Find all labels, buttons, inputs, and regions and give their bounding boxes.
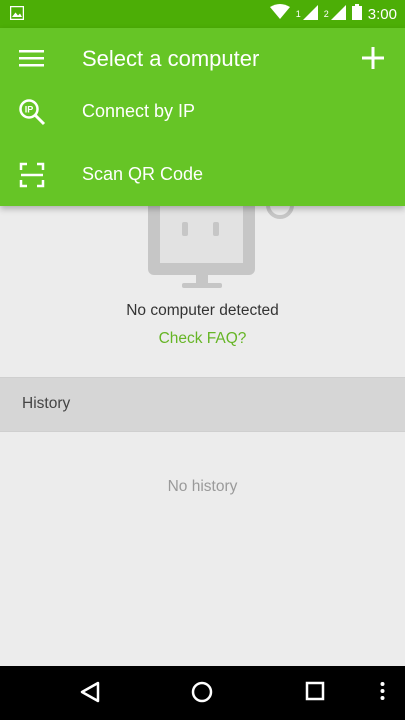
sim1-label: 1 xyxy=(295,9,301,19)
sim2-label: 2 xyxy=(323,9,329,19)
navigation-bar xyxy=(0,666,405,720)
back-icon[interactable] xyxy=(80,681,100,708)
ip-search-icon: IP xyxy=(18,98,46,131)
recents-icon[interactable] xyxy=(305,681,325,706)
history-header-label: History xyxy=(22,395,71,412)
clock: 3:00 xyxy=(367,5,397,23)
more-icon[interactable] xyxy=(380,681,385,706)
wifi-icon xyxy=(269,4,290,24)
home-icon[interactable] xyxy=(191,681,213,708)
app-bar: Select a computer IP Connect by IP Scan … xyxy=(0,28,405,206)
signal-icon xyxy=(330,4,346,24)
status-bar: 1 2 3:00 xyxy=(0,0,405,28)
connect-by-ip-label: Connect by IP xyxy=(82,101,196,121)
no-computer-text: No computer detected xyxy=(126,302,279,319)
check-faq-link[interactable]: Check FAQ? xyxy=(0,330,405,348)
svg-text:IP: IP xyxy=(25,105,34,115)
history-header: History xyxy=(0,377,405,432)
image-icon xyxy=(9,5,25,25)
battery-icon xyxy=(351,4,362,24)
hamburger-icon[interactable] xyxy=(19,48,44,73)
qr-scan-icon xyxy=(18,161,46,194)
scan-qr-code-item[interactable]: Scan QR Code xyxy=(0,147,405,203)
scan-qr-code-label: Scan QR Code xyxy=(82,164,204,184)
page-title: Select a computer xyxy=(82,46,260,71)
signal-icon xyxy=(302,4,318,24)
connect-by-ip-item[interactable]: IP Connect by IP xyxy=(0,84,405,140)
plus-icon[interactable] xyxy=(362,47,384,74)
no-history-text: No history xyxy=(167,478,238,495)
